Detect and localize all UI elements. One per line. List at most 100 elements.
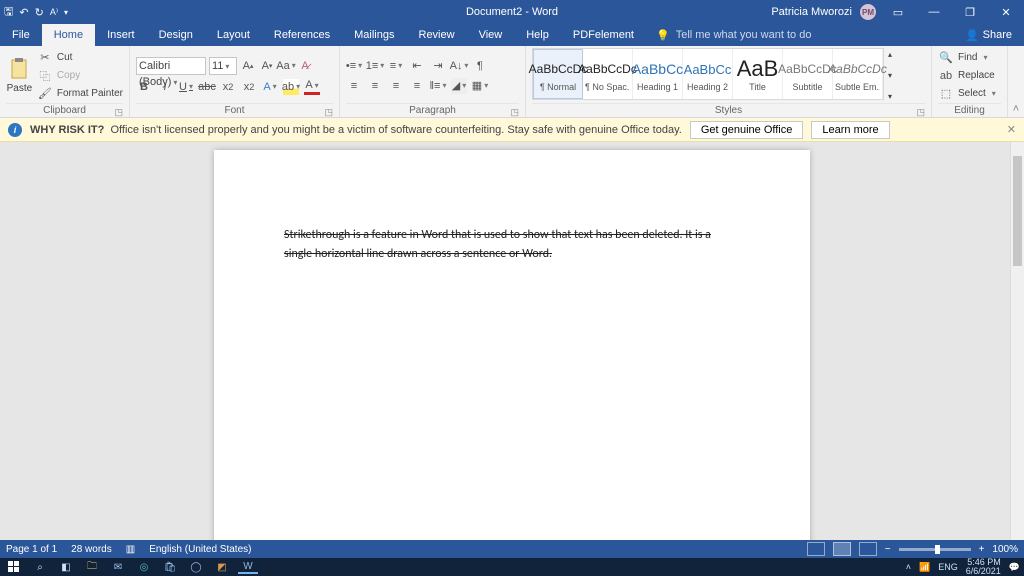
- redo-icon[interactable]: ↻: [35, 6, 44, 19]
- tray-date[interactable]: 6/6/2021: [966, 567, 1001, 576]
- paragraph-dialog-icon[interactable]: ◳: [510, 105, 519, 119]
- word-taskbar-icon[interactable]: W: [238, 560, 258, 574]
- change-case-icon[interactable]: Aa: [278, 58, 294, 74]
- font-size-select[interactable]: 11: [209, 57, 237, 75]
- format-painter-button[interactable]: 🖌Format Painter: [37, 86, 123, 102]
- multilevel-icon[interactable]: ≡: [388, 58, 404, 74]
- style-subtle-em---[interactable]: AaBbCcDcSubtle Em...: [833, 49, 883, 99]
- styles-dialog-icon[interactable]: ◳: [916, 105, 925, 119]
- styles-gallery[interactable]: AaBbCcDc¶ NormalAaBbCcDc¶ No Spac...AaBb…: [532, 48, 884, 100]
- grow-font-icon[interactable]: A▴: [240, 58, 256, 74]
- banner-close-icon[interactable]: ✕: [1007, 123, 1016, 136]
- ribbon-options-icon[interactable]: ▭: [884, 6, 912, 19]
- undo-icon[interactable]: ↶: [19, 6, 28, 19]
- tray-lang[interactable]: ENG: [938, 562, 958, 572]
- task-view-icon[interactable]: ◧: [56, 560, 76, 574]
- strikethrough-button[interactable]: abc: [199, 79, 215, 95]
- shrink-font-icon[interactable]: A▾: [259, 58, 275, 74]
- read-mode-icon[interactable]: [807, 542, 825, 556]
- avatar[interactable]: PM: [860, 4, 876, 20]
- select-button[interactable]: ⬚Select: [938, 86, 996, 102]
- clear-format-icon[interactable]: A̷: [297, 58, 313, 74]
- align-center-icon[interactable]: ≡: [367, 78, 383, 94]
- zoom-out-icon[interactable]: −: [885, 544, 891, 555]
- tab-review[interactable]: Review: [407, 24, 467, 46]
- font-color-icon[interactable]: A: [304, 79, 320, 95]
- style---normal[interactable]: AaBbCcDc¶ Normal: [533, 49, 583, 99]
- save-icon[interactable]: 🖫: [4, 3, 13, 22]
- tab-insert[interactable]: Insert: [95, 24, 147, 46]
- tab-design[interactable]: Design: [147, 24, 205, 46]
- styles-more-icon[interactable]: ▾: [888, 92, 900, 101]
- language-status[interactable]: English (United States): [149, 544, 251, 555]
- copy-button[interactable]: ⿻Copy: [37, 68, 123, 84]
- styles-down-icon[interactable]: ▾: [888, 71, 900, 80]
- style-title[interactable]: AaBTitle: [733, 49, 783, 99]
- zoom-in-icon[interactable]: +: [979, 544, 985, 555]
- wifi-icon[interactable]: 📶: [919, 562, 930, 573]
- document-page[interactable]: Strikethrough is a feature in Word that …: [214, 150, 810, 540]
- minimize-icon[interactable]: —: [920, 6, 948, 18]
- tab-home[interactable]: Home: [42, 24, 95, 46]
- tab-references[interactable]: References: [262, 24, 342, 46]
- style-heading-1[interactable]: AaBbCcHeading 1: [633, 49, 683, 99]
- shading-icon[interactable]: ◢: [451, 78, 467, 94]
- touch-mode-icon[interactable]: A⁾: [50, 7, 58, 18]
- underline-button[interactable]: U: [178, 79, 194, 95]
- file-explorer-icon[interactable]: 🗀: [82, 560, 102, 574]
- bold-button[interactable]: B: [136, 79, 152, 95]
- paste-button[interactable]: Paste: [6, 48, 33, 103]
- user-name[interactable]: Patricia Mworozi: [771, 6, 852, 18]
- subscript-button[interactable]: x2: [220, 79, 236, 95]
- align-right-icon[interactable]: ≡: [388, 78, 404, 94]
- app2-icon[interactable]: ◩: [212, 560, 232, 574]
- tab-file[interactable]: File: [0, 24, 42, 46]
- maximize-icon[interactable]: ❐: [956, 6, 984, 19]
- style-heading-2[interactable]: AaBbCcHeading 2: [683, 49, 733, 99]
- sort-icon[interactable]: A↓: [451, 58, 467, 74]
- font-dialog-icon[interactable]: ◳: [324, 105, 333, 119]
- highlight-icon[interactable]: ab: [283, 79, 299, 95]
- collapse-ribbon-icon[interactable]: ˄: [1008, 46, 1024, 117]
- page-status[interactable]: Page 1 of 1: [6, 544, 57, 555]
- learn-more-button[interactable]: Learn more: [811, 121, 889, 139]
- bullets-icon[interactable]: •≡: [346, 58, 362, 74]
- italic-button[interactable]: I: [157, 79, 173, 95]
- tab-help[interactable]: Help: [514, 24, 561, 46]
- line-spacing-icon[interactable]: ‖≡: [430, 78, 446, 94]
- share-button[interactable]: 👤Share: [953, 24, 1024, 46]
- store-icon[interactable]: 🛍: [160, 560, 180, 574]
- superscript-button[interactable]: x2: [241, 79, 257, 95]
- increase-indent-icon[interactable]: ⇥: [430, 58, 446, 74]
- align-left-icon[interactable]: ≡: [346, 78, 362, 94]
- app1-icon[interactable]: ◯: [186, 560, 206, 574]
- notifications-icon[interactable]: 💬: [1009, 562, 1020, 573]
- font-name-select[interactable]: Calibri (Body): [136, 57, 206, 75]
- vertical-scrollbar[interactable]: [1010, 142, 1024, 540]
- show-marks-icon[interactable]: ¶: [472, 58, 488, 74]
- cut-button[interactable]: ✂Cut: [37, 50, 123, 66]
- styles-up-icon[interactable]: ▴: [888, 50, 900, 59]
- tab-view[interactable]: View: [467, 24, 515, 46]
- style-subtitle[interactable]: AaBbCcDcSubtitle: [783, 49, 833, 99]
- print-layout-icon[interactable]: [833, 542, 851, 556]
- tab-pdfelement[interactable]: PDFelement: [561, 24, 646, 46]
- search-icon[interactable]: ⌕: [30, 560, 50, 574]
- tray-up-icon[interactable]: ˄: [906, 562, 911, 572]
- mail-icon[interactable]: ✉: [108, 560, 128, 574]
- qat-more-icon[interactable]: ▾: [64, 8, 68, 17]
- get-genuine-button[interactable]: Get genuine Office: [690, 121, 804, 139]
- replace-button[interactable]: abReplace: [938, 68, 996, 84]
- find-button[interactable]: 🔍Find: [938, 50, 996, 66]
- justify-icon[interactable]: ≡: [409, 78, 425, 94]
- tab-layout[interactable]: Layout: [205, 24, 262, 46]
- web-layout-icon[interactable]: [859, 542, 877, 556]
- edge-icon[interactable]: ◎: [134, 560, 154, 574]
- close-icon[interactable]: ✕: [992, 6, 1020, 19]
- zoom-slider[interactable]: [899, 548, 971, 551]
- start-icon[interactable]: [4, 560, 24, 574]
- borders-icon[interactable]: ▦: [472, 78, 488, 94]
- proofing-icon[interactable]: ▥: [126, 544, 135, 555]
- zoom-level[interactable]: 100%: [992, 544, 1018, 555]
- tell-me-input[interactable]: Tell me what you want to do: [676, 29, 812, 41]
